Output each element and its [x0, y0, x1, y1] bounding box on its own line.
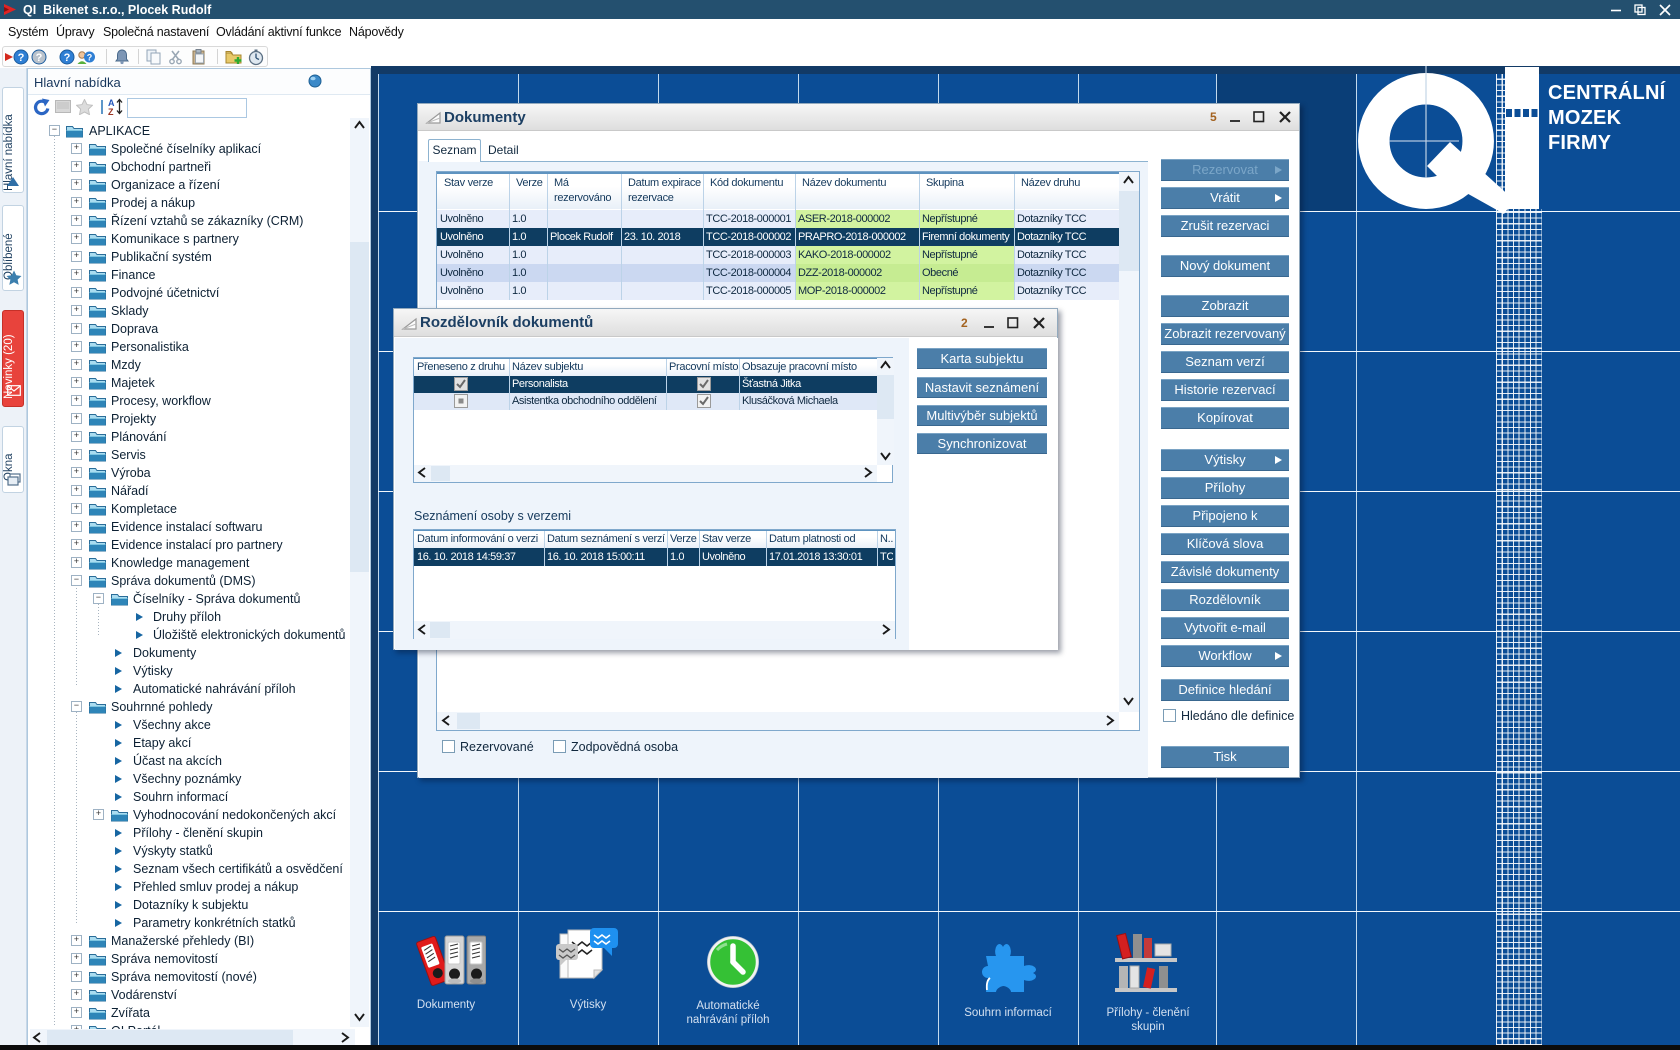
svg-text:?: ?	[87, 53, 93, 63]
svg-text:?: ?	[64, 52, 71, 64]
svg-text:?: ?	[18, 52, 25, 64]
svg-text:?: ?	[36, 52, 43, 64]
svg-text:Z: Z	[108, 107, 114, 115]
